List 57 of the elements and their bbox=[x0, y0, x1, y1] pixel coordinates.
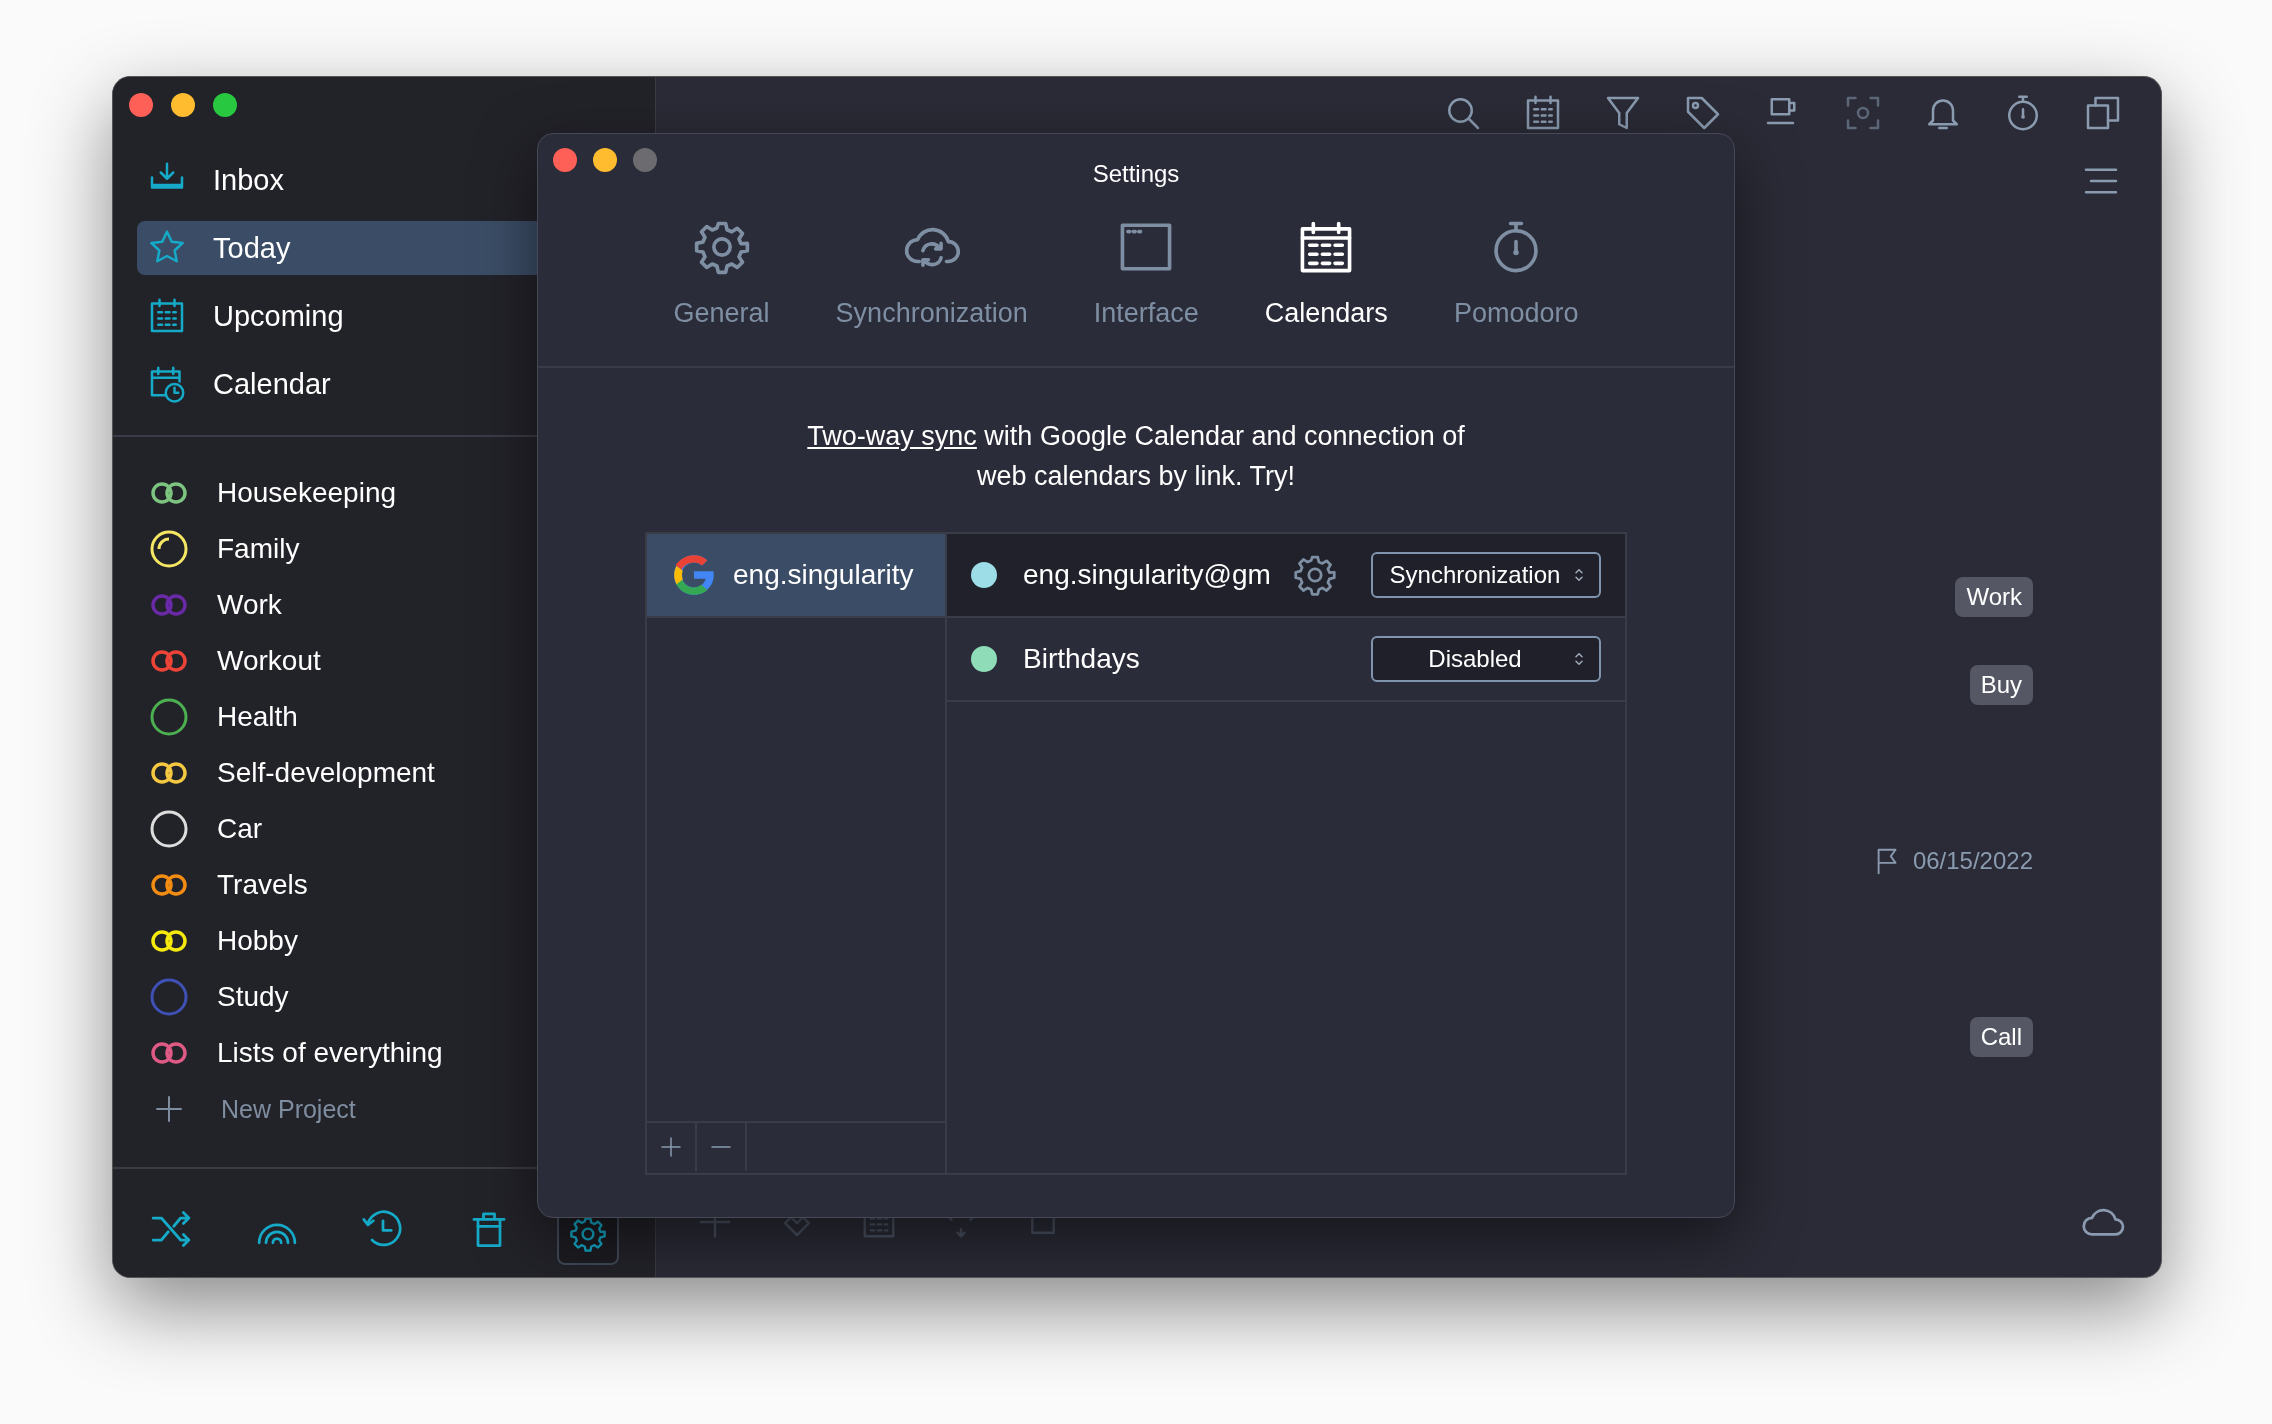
project-label: Self-development bbox=[217, 757, 435, 789]
nav-label: Upcoming bbox=[213, 299, 344, 333]
dialog-title: Settings bbox=[1092, 160, 1180, 188]
project-label: Health bbox=[217, 701, 298, 733]
calendar-name: Birthdays bbox=[1023, 643, 1141, 675]
settings-tab[interactable]: Synchronization bbox=[835, 218, 1028, 329]
tag-label[interactable]: Buy bbox=[1969, 665, 2033, 705]
calendar-row[interactable]: eng.singularity@gm Synchronization bbox=[947, 534, 1625, 618]
settings-icon[interactable] bbox=[1293, 553, 1337, 597]
stepper-icon bbox=[1573, 652, 1585, 666]
settings-icon bbox=[569, 1215, 607, 1253]
minimize-button[interactable] bbox=[171, 93, 195, 117]
project-label: Car bbox=[217, 813, 263, 845]
zoom-button[interactable] bbox=[213, 93, 237, 117]
stepper-icon bbox=[1573, 568, 1585, 582]
project-label: Workout bbox=[217, 645, 321, 677]
promo-text: Two-way sync with Google Calendar and connection of web calendars by link. Try! bbox=[806, 420, 1466, 493]
project-item[interactable]: Car bbox=[149, 801, 655, 857]
nav-item[interactable]: Inbox bbox=[137, 153, 631, 207]
project-item[interactable]: Housekeeping bbox=[149, 465, 655, 521]
project-label: Travels bbox=[217, 869, 308, 901]
calendar-row[interactable]: Birthdays Disabled bbox=[947, 618, 1625, 702]
mode-dropdown[interactable]: Synchronization bbox=[1371, 552, 1601, 598]
settings-tab[interactable]: General bbox=[673, 218, 770, 329]
close-button[interactable] bbox=[553, 148, 577, 172]
tag-label[interactable]: Work bbox=[1955, 577, 2033, 617]
project-item[interactable]: Lists of everything bbox=[149, 1025, 655, 1081]
new-project-button[interactable]: New Project bbox=[149, 1081, 655, 1137]
close-button[interactable] bbox=[129, 93, 153, 117]
project-label: Hobby bbox=[217, 925, 298, 957]
project-item[interactable]: Travels bbox=[149, 857, 655, 913]
tag-label[interactable]: Call bbox=[1969, 1017, 2033, 1057]
project-item[interactable]: Hobby bbox=[149, 913, 655, 969]
project-label: Work bbox=[217, 589, 282, 621]
nav-label: Today bbox=[213, 231, 291, 265]
project-item[interactable]: Self-development bbox=[149, 745, 655, 801]
nav-item[interactable]: Upcoming bbox=[137, 289, 631, 343]
due-date: 06/15/2022 bbox=[1912, 847, 2033, 875]
settings-tab[interactable]: Pomodoro bbox=[1453, 218, 1579, 329]
project-item[interactable]: Workout bbox=[149, 633, 655, 689]
mode-dropdown[interactable]: Disabled bbox=[1371, 636, 1601, 682]
plus-icon bbox=[153, 1093, 185, 1125]
settings-tab[interactable]: Calendars bbox=[1264, 218, 1388, 329]
project-item[interactable]: Study bbox=[149, 969, 655, 1025]
sync-link[interactable]: Two-way sync bbox=[807, 421, 977, 451]
nav-label: Inbox bbox=[213, 163, 284, 197]
nav-label: Calendar bbox=[213, 367, 331, 401]
project-label: Housekeeping bbox=[217, 477, 397, 509]
project-label: Lists of everything bbox=[217, 1037, 443, 1069]
project-item[interactable]: Health bbox=[149, 689, 655, 745]
project-label: Study bbox=[217, 981, 289, 1013]
settings-tab[interactable]: Interface bbox=[1093, 218, 1199, 329]
nav-item[interactable]: Calendar bbox=[137, 357, 631, 411]
project-label: Family bbox=[217, 533, 300, 565]
calendar-name: eng.singularity@gm bbox=[1023, 559, 1272, 591]
account-item[interactable]: eng.singularity bbox=[647, 534, 945, 618]
minimize-button[interactable] bbox=[593, 148, 617, 172]
